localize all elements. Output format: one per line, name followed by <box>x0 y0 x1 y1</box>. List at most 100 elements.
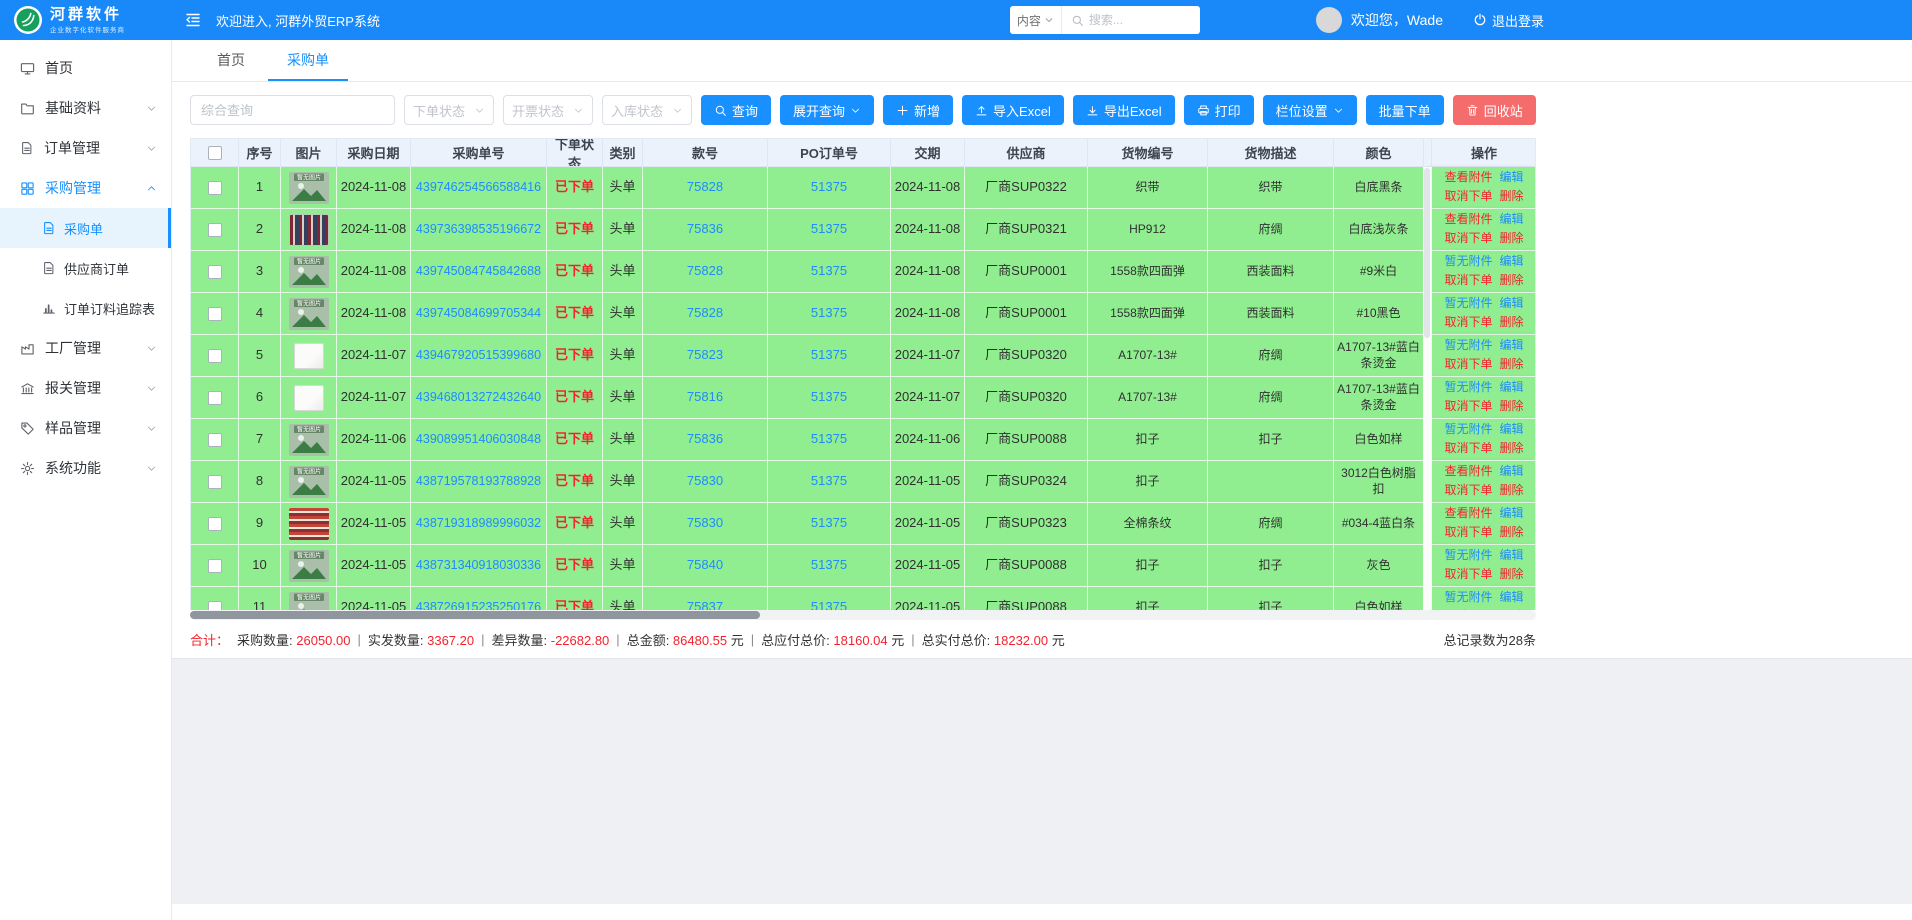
edit-link[interactable]: 编辑 <box>1500 506 1524 522</box>
edit-link[interactable]: 编辑 <box>1500 590 1524 606</box>
product-thumbnail[interactable]: 暂无图片 <box>289 550 329 582</box>
product-thumbnail[interactable]: 暂无图片 <box>289 424 329 456</box>
cancel-order-link[interactable]: 取消下单 <box>1444 399 1492 415</box>
row-checkbox[interactable] <box>208 391 222 405</box>
order-number-link[interactable]: 439746254566588416 <box>416 179 541 195</box>
row-checkbox[interactable] <box>208 307 222 321</box>
style-number-link[interactable]: 75836 <box>687 431 723 448</box>
order-number-link[interactable]: 438726915235250176 <box>416 599 541 610</box>
filter-select-order-status[interactable]: 下单状态 <box>404 95 494 125</box>
cancel-order-link[interactable]: 取消下单 <box>1444 357 1492 373</box>
delete-link[interactable]: 删除 <box>1500 399 1524 415</box>
style-number-link[interactable]: 75816 <box>687 389 723 406</box>
brand[interactable]: 河群软件 企业数字化软件服务商 <box>0 5 172 35</box>
style-number-link[interactable]: 75830 <box>687 515 723 532</box>
horizontal-scrollbar-thumb[interactable] <box>190 611 760 619</box>
cancel-order-link[interactable]: 取消下单 <box>1444 525 1492 541</box>
filter-select-invoice-status[interactable]: 开票状态 <box>503 95 593 125</box>
style-number-link[interactable]: 75828 <box>687 263 723 280</box>
product-thumbnail[interactable]: 暂无图片 <box>289 298 329 330</box>
no-attachment-link[interactable]: 暂无附件 <box>1444 422 1492 438</box>
order-number-link[interactable]: 438731340918030336 <box>416 557 541 573</box>
order-number-link[interactable]: 439745084699705344 <box>416 305 541 321</box>
delete-link[interactable]: 删除 <box>1500 189 1524 205</box>
order-number-link[interactable]: 439467920515399680 <box>416 347 541 363</box>
po-number-link[interactable]: 51375 <box>811 263 847 280</box>
cancel-order-link[interactable]: 取消下单 <box>1444 483 1492 499</box>
no-attachment-link[interactable]: 暂无附件 <box>1444 590 1492 606</box>
po-number-link[interactable]: 51375 <box>811 347 847 364</box>
delete-link[interactable]: 删除 <box>1500 231 1524 247</box>
row-checkbox[interactable] <box>208 433 222 447</box>
product-thumbnail[interactable]: 暂无图片 <box>289 172 329 204</box>
cancel-order-link[interactable]: 取消下单 <box>1444 315 1492 331</box>
no-attachment-link[interactable]: 暂无附件 <box>1444 296 1492 312</box>
view-attachment-link[interactable]: 查看附件 <box>1444 170 1492 186</box>
edit-link[interactable]: 编辑 <box>1500 212 1524 228</box>
cancel-order-link[interactable]: 取消下单 <box>1444 231 1492 247</box>
edit-link[interactable]: 编辑 <box>1500 422 1524 438</box>
column-settings-button[interactable]: 栏位设置 <box>1263 95 1357 125</box>
view-attachment-link[interactable]: 查看附件 <box>1444 506 1492 522</box>
sidebar-item-purchase-order[interactable]: 采购单 <box>0 208 171 248</box>
po-number-link[interactable]: 51375 <box>811 305 847 322</box>
cancel-order-link[interactable]: 取消下单 <box>1444 441 1492 457</box>
edit-link[interactable]: 编辑 <box>1500 338 1524 354</box>
sidebar-item-customs-management[interactable]: 报关管理 <box>0 368 171 408</box>
row-checkbox[interactable] <box>208 601 222 611</box>
sidebar-item-home[interactable]: 首页 <box>0 48 171 88</box>
delete-link[interactable]: 删除 <box>1500 441 1524 457</box>
vertical-scrollbar-thumb[interactable] <box>1424 168 1430 338</box>
select-all-checkbox[interactable] <box>208 146 222 160</box>
filter-select-inbound-status[interactable]: 入库状态 <box>602 95 692 125</box>
edit-link[interactable]: 编辑 <box>1500 380 1524 396</box>
sidebar-item-order-material-tracking[interactable]: 订单订料追踪表 <box>0 288 171 328</box>
product-thumbnail[interactable]: 暂无图片 <box>289 592 329 611</box>
order-number-link[interactable]: 439745084745842688 <box>416 263 541 279</box>
row-checkbox[interactable] <box>208 265 222 279</box>
no-attachment-link[interactable]: 暂无附件 <box>1444 380 1492 396</box>
no-attachment-link[interactable]: 暂无附件 <box>1444 254 1492 270</box>
import-excel-button[interactable]: 导入Excel <box>962 95 1064 125</box>
add-button[interactable]: 新增 <box>883 95 953 125</box>
edit-link[interactable]: 编辑 <box>1500 548 1524 564</box>
cancel-order-link[interactable]: 取消下单 <box>1444 189 1492 205</box>
order-number-link[interactable]: 439089951406030848 <box>416 431 541 447</box>
sidebar-item-sample-management[interactable]: 样品管理 <box>0 408 171 448</box>
style-number-link[interactable]: 75836 <box>687 221 723 238</box>
po-number-link[interactable]: 51375 <box>811 221 847 238</box>
product-thumbnail[interactable] <box>294 385 324 411</box>
po-number-link[interactable]: 51375 <box>811 179 847 196</box>
row-checkbox[interactable] <box>208 223 222 237</box>
row-checkbox[interactable] <box>208 181 222 195</box>
print-button[interactable]: 打印 <box>1184 95 1254 125</box>
po-number-link[interactable]: 51375 <box>811 515 847 532</box>
style-number-link[interactable]: 75830 <box>687 473 723 490</box>
product-thumbnail[interactable] <box>289 214 329 246</box>
sidebar-collapse-icon[interactable] <box>184 11 202 29</box>
style-number-link[interactable]: 75828 <box>687 305 723 322</box>
recycle-bin-button[interactable]: 回收站 <box>1453 95 1536 125</box>
row-checkbox[interactable] <box>208 349 222 363</box>
row-checkbox[interactable] <box>208 559 222 573</box>
sidebar-item-supplier-orders[interactable]: 供应商订单 <box>0 248 171 288</box>
horizontal-scrollbar[interactable] <box>190 610 1536 620</box>
style-number-link[interactable]: 75823 <box>687 347 723 364</box>
view-attachment-link[interactable]: 查看附件 <box>1444 464 1492 480</box>
sidebar-item-system-functions[interactable]: 系统功能 <box>0 448 171 488</box>
no-attachment-link[interactable]: 暂无附件 <box>1444 548 1492 564</box>
query-button[interactable]: 查询 <box>701 95 771 125</box>
row-checkbox[interactable] <box>208 517 222 531</box>
sidebar-item-order-management[interactable]: 订单管理 <box>0 128 171 168</box>
expand-query-button[interactable]: 展开查询 <box>780 95 874 125</box>
edit-link[interactable]: 编辑 <box>1500 464 1524 480</box>
edit-link[interactable]: 编辑 <box>1500 170 1524 186</box>
style-number-link[interactable]: 75840 <box>687 557 723 574</box>
po-number-link[interactable]: 51375 <box>811 389 847 406</box>
search-category-select[interactable]: 内容 <box>1010 6 1062 34</box>
edit-link[interactable]: 编辑 <box>1500 254 1524 270</box>
order-number-link[interactable]: 438719318989996032 <box>416 515 541 531</box>
order-number-link[interactable]: 439736398535196672 <box>416 221 541 237</box>
product-thumbnail[interactable] <box>289 508 329 540</box>
po-number-link[interactable]: 51375 <box>811 431 847 448</box>
